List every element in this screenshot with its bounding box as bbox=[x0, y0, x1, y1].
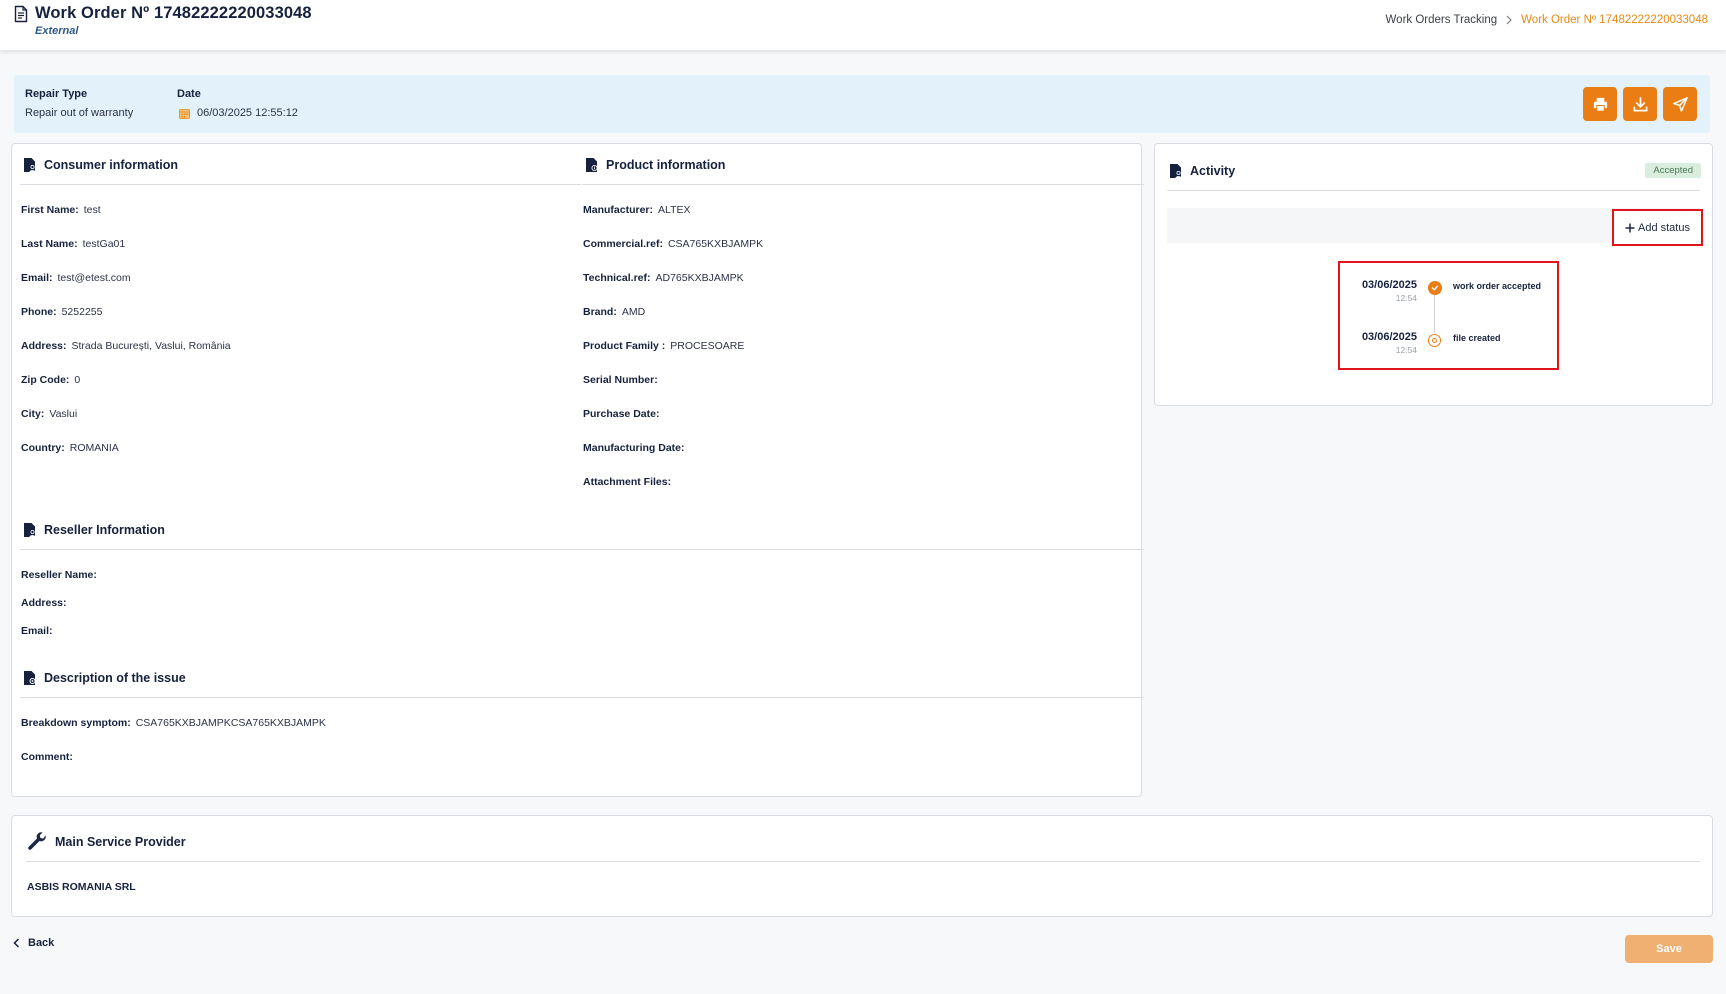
download-icon bbox=[1633, 96, 1647, 111]
provider-section-title: Main Service Provider bbox=[55, 835, 186, 849]
product-manufacturing-date: Manufacturing Date: bbox=[583, 442, 685, 454]
plus-icon bbox=[1625, 223, 1635, 232]
calendar-icon bbox=[179, 109, 190, 119]
print-button[interactable] bbox=[1583, 87, 1617, 121]
add-status-button[interactable]: Add status bbox=[1612, 209, 1703, 246]
add-status-label: Add status bbox=[1638, 221, 1690, 234]
product-attachment-files: Attachment Files: bbox=[583, 476, 672, 488]
consumer-email: Email: test@etest.com bbox=[21, 272, 131, 284]
pending-circle-icon bbox=[1428, 334, 1441, 347]
save-button[interactable]: Save bbox=[1625, 935, 1713, 963]
product-document-icon bbox=[586, 158, 598, 172]
timeline-item-text: file created bbox=[1453, 333, 1501, 343]
consumer-section-title: Consumer information bbox=[44, 158, 179, 172]
product-section-header: Product information bbox=[585, 157, 725, 173]
reseller-section-header: Reseller Information bbox=[23, 522, 165, 538]
reseller-section-title: Reseller Information bbox=[44, 523, 165, 537]
status-badge: Accepted bbox=[1645, 163, 1701, 178]
consumer-last-name: Last Name: testGa01 bbox=[21, 238, 126, 250]
provider-name: ASBIS ROMANIA SRL bbox=[27, 881, 136, 893]
send-icon bbox=[1672, 96, 1688, 112]
check-circle-icon bbox=[1428, 281, 1442, 295]
provider-divider bbox=[26, 861, 1700, 862]
product-manufacturer: Manufacturer: ALTEX bbox=[583, 204, 691, 216]
document-settings-icon bbox=[24, 671, 36, 685]
breadcrumb-current: Work Order Nº 17482222220033048 bbox=[1521, 14, 1708, 26]
print-icon bbox=[1593, 97, 1607, 112]
reseller-name: Reseller Name: bbox=[21, 569, 97, 581]
date-label: Date bbox=[177, 88, 201, 100]
user-document-icon bbox=[1170, 164, 1182, 178]
timeline-item-date: 03/06/2025 bbox=[1361, 279, 1417, 291]
page-subtitle: External bbox=[35, 25, 79, 37]
send-button[interactable] bbox=[1663, 87, 1697, 121]
chevron-left-icon bbox=[13, 938, 20, 948]
work-order-details-card: Consumer information First Name: test Las… bbox=[11, 143, 1144, 797]
timeline-item-time: 12:54 bbox=[1395, 345, 1417, 355]
consumer-divider bbox=[20, 184, 581, 185]
chevron-right-icon bbox=[1506, 15, 1513, 25]
timeline-item: 03/06/2025 12:54 file created bbox=[1340, 331, 1559, 361]
issue-section-header: Description of the issue bbox=[23, 670, 186, 686]
back-link[interactable]: Back bbox=[13, 937, 54, 949]
product-purchase-date: Purchase Date: bbox=[583, 408, 660, 420]
reseller-email: Email: bbox=[21, 625, 53, 637]
page-title: Work Order Nº 17482222220033048 bbox=[35, 4, 312, 22]
document-icon bbox=[14, 5, 28, 23]
consumer-phone: Phone: 5252255 bbox=[21, 306, 103, 318]
timeline-item-time: 12:54 bbox=[1395, 293, 1417, 303]
page-header: Work Order Nº 17482222220033048 External… bbox=[0, 0, 1726, 50]
product-brand: Brand: AMD bbox=[583, 306, 646, 318]
product-commercial-ref: Commercial.ref: CSA765KXBJAMPK bbox=[583, 238, 764, 250]
product-technical-ref: Technical.ref: AD765KXBJAMPK bbox=[583, 272, 744, 284]
consumer-address: Address: Strada București, Vaslui, Români… bbox=[21, 340, 231, 352]
consumer-first-name: First Name: test bbox=[21, 204, 101, 216]
consumer-section-header: Consumer information bbox=[23, 157, 178, 173]
timeline-item-text: work order accepted bbox=[1453, 281, 1542, 291]
work-order-summary-bar: Repair Type Repair out of warranty Date … bbox=[14, 75, 1710, 133]
timeline-item-date: 03/06/2025 bbox=[1361, 331, 1417, 343]
activity-card: Activity Accepted Add status 03/06/2025 … bbox=[1154, 143, 1713, 406]
service-provider-card: Main Service Provider ASBIS ROMANIA SRL bbox=[11, 815, 1713, 917]
repair-type-label: Repair Type bbox=[25, 88, 88, 100]
date-value: 06/03/2025 12:55:12 bbox=[197, 107, 298, 119]
reseller-divider bbox=[20, 549, 1144, 550]
activity-divider bbox=[1167, 190, 1700, 191]
product-divider bbox=[582, 184, 1144, 185]
consumer-country: Country: ROMANIA bbox=[21, 442, 119, 454]
back-label: Back bbox=[28, 937, 55, 949]
activity-section-title: Activity bbox=[1190, 164, 1236, 178]
product-section-title: Product information bbox=[606, 158, 726, 172]
user-document-icon bbox=[24, 158, 36, 172]
issue-section-title: Description of the issue bbox=[44, 671, 186, 685]
breadcrumb: Work Orders Tracking Work Order Nº 17482… bbox=[1386, 14, 1708, 26]
product-family: Product Family : PROCESOARE bbox=[583, 340, 745, 352]
reseller-address: Address: bbox=[21, 597, 67, 609]
breadcrumb-link-work-orders-tracking[interactable]: Work Orders Tracking bbox=[1386, 14, 1498, 26]
product-serial-number: Serial Number: bbox=[583, 374, 658, 386]
consumer-city: City: Vaslui bbox=[21, 408, 78, 420]
wrench-icon bbox=[28, 832, 46, 850]
activity-section-header: Activity bbox=[1169, 163, 1235, 179]
repair-type-value: Repair out of warranty bbox=[25, 107, 134, 119]
timeline-item: 03/06/2025 12:54 work order accepted bbox=[1340, 279, 1559, 309]
issue-divider bbox=[20, 697, 1144, 698]
download-button[interactable] bbox=[1623, 87, 1657, 121]
consumer-zip-code: Zip Code: 0 bbox=[21, 374, 81, 386]
provider-section-header: Main Service Provider bbox=[26, 831, 186, 853]
issue-comment: Comment: bbox=[21, 751, 73, 763]
issue-breakdown-symptom: Breakdown symptom: CSA765KXBJAMPKCSA765KX… bbox=[21, 717, 326, 729]
user-document-icon bbox=[24, 523, 36, 537]
activity-timeline: 03/06/2025 12:54 work order accepted 03/… bbox=[1338, 261, 1559, 370]
